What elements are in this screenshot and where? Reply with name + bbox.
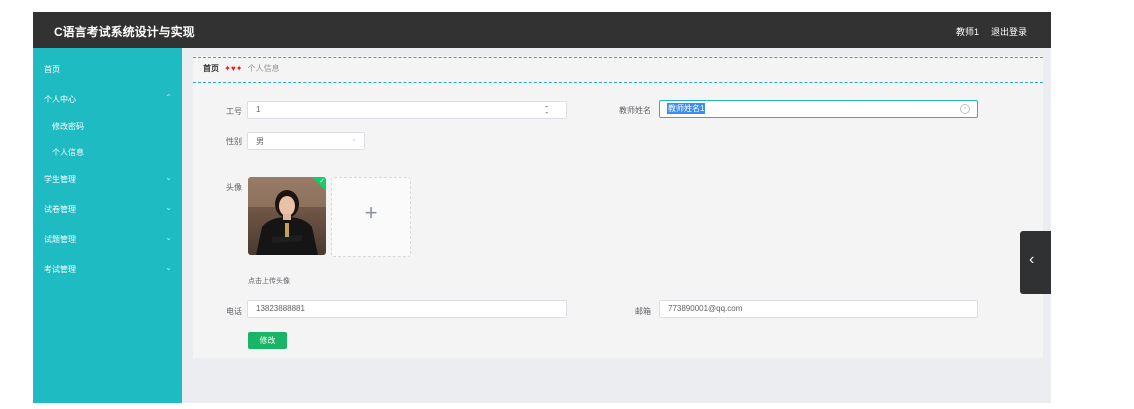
sidebar-item-personal-center[interactable]: 个人中心 ⌃ (33, 88, 182, 112)
sidebar-item-label: 学生管理 (44, 175, 76, 184)
current-user: 教师1 (956, 27, 980, 37)
sidebar-item-label: 修改密码 (52, 122, 84, 131)
gonghao-field[interactable]: 1 -- (247, 101, 567, 119)
app-window: C语言考试系统设计与实现 教师1 退出登录 首页 个人中心 ⌃ 修改密码 个人信… (33, 12, 1051, 403)
sidebar-item-label: 试题管理 (44, 235, 76, 244)
gender-value: 男 (256, 137, 264, 146)
chevron-up-icon: ⌃ (165, 93, 172, 102)
phone-label: 电话 (226, 307, 242, 316)
gender-label: 性别 (226, 137, 242, 146)
check-icon: ✓ (319, 178, 325, 185)
logout-link[interactable]: 退出登录 (991, 25, 1027, 38)
sidebar-item-label: 个人中心 (44, 95, 76, 104)
phone-value: 13823888881 (256, 304, 305, 313)
clear-icon[interactable]: × (960, 104, 970, 114)
email-label: 邮箱 (635, 307, 651, 316)
breadcrumb: 首页 ✦♥✦ 个人信息 (203, 63, 280, 74)
sidebar-item-personal-info[interactable]: 个人信息 (33, 141, 182, 163)
teacher-name-field[interactable]: 教师姓名1 × (659, 100, 978, 118)
email-field[interactable]: 773890001@qq.com (659, 300, 978, 318)
sidebar-item-question-management[interactable]: 试题管理 ⌄ (33, 228, 182, 252)
gonghao-value: 1 (256, 105, 261, 114)
breadcrumb-current: 个人信息 (247, 64, 280, 73)
avatar-label: 头像 (226, 183, 242, 192)
sidebar-item-home[interactable]: 首页 (33, 58, 182, 82)
top-bar: C语言考试系统设计与实现 教师1 退出登录 (33, 12, 1051, 48)
upload-tip: 点击上传头像 (248, 278, 290, 285)
phone-field[interactable]: 13823888881 (247, 300, 567, 318)
breadcrumb-separator-icon: ✦♥✦ (224, 64, 243, 73)
chevron-down-icon: ⌄ (165, 263, 172, 272)
gender-select[interactable]: 男 ⌄ (247, 132, 365, 150)
chevron-down-icon: ⌄ (165, 173, 172, 182)
email-value: 773890001@qq.com (668, 304, 743, 313)
sidebar-item-student-management[interactable]: 学生管理 ⌄ (33, 168, 182, 192)
avatar[interactable]: ✓ (248, 177, 326, 255)
sidebar: 首页 个人中心 ⌃ 修改密码 个人信息 学生管理 ⌄ 试卷管理 ⌄ 试题管理 ⌄… (33, 48, 182, 403)
sidebar-item-label: 试卷管理 (44, 205, 76, 214)
sidebar-item-label: 个人信息 (52, 148, 84, 157)
teacher-name-label: 教师姓名 (619, 106, 651, 115)
chevron-down-icon: ⌄ (351, 136, 357, 143)
gonghao-label: 工号 (226, 107, 242, 116)
divider (193, 82, 1043, 83)
main-content: 首页 ✦♥✦ 个人信息 工号 1 -- 教师姓名 教师姓名1 × 性别 男 ⌄ … (193, 56, 1043, 358)
chevron-down-icon: ⌄ (165, 203, 172, 212)
divider (193, 57, 1043, 58)
sidebar-item-exam-management[interactable]: 考试管理 ⌄ (33, 258, 182, 282)
sidebar-item-paper-management[interactable]: 试卷管理 ⌄ (33, 198, 182, 222)
chevron-down-icon: ⌄ (165, 233, 172, 242)
number-spinner-icon[interactable]: -- (545, 103, 548, 117)
sidebar-item-label: 首页 (44, 65, 60, 74)
avatar-upload-button[interactable]: + (331, 177, 411, 257)
breadcrumb-home[interactable]: 首页 (203, 64, 219, 73)
plus-icon: + (364, 200, 378, 225)
chevron-left-icon: ‹ (1029, 251, 1035, 268)
side-panel-toggle[interactable]: ‹ (1020, 231, 1051, 294)
teacher-name-value: 教师姓名1 (667, 103, 706, 114)
app-title: C语言考试系统设计与实现 (54, 25, 195, 39)
submit-button[interactable]: 修改 (248, 332, 287, 349)
sidebar-item-change-password[interactable]: 修改密码 (33, 115, 182, 137)
sidebar-item-label: 考试管理 (44, 265, 76, 274)
